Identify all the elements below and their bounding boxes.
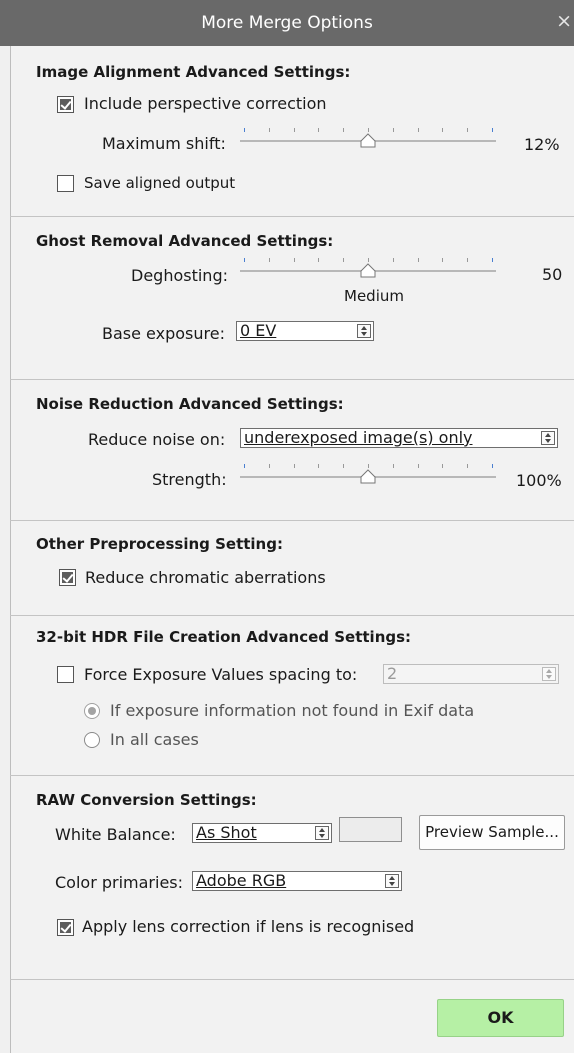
slider-tick <box>492 464 493 468</box>
slider-tick <box>492 258 493 262</box>
base-exposure-value: 0 EV <box>240 321 277 340</box>
slider-tick <box>244 128 245 132</box>
radio-exif-label: If exposure information not found in Exi… <box>110 701 475 720</box>
slider-tick <box>442 258 443 262</box>
strength-slider[interactable] <box>240 464 496 490</box>
deghosting-value: 50 <box>542 265 563 284</box>
title-bar: More Merge Options × <box>0 0 574 46</box>
slider-tick <box>294 258 295 262</box>
radio-all-label: In all cases <box>110 730 199 749</box>
slider-tick <box>393 464 394 468</box>
section-divider <box>10 520 574 521</box>
deghosting-label: Deghosting: <box>131 266 228 285</box>
slider-tick <box>418 128 419 132</box>
footer-divider <box>10 979 574 980</box>
radio-exif[interactable] <box>84 703 100 719</box>
slider-tick <box>318 464 319 468</box>
lens-correction-checkbox[interactable] <box>57 919 74 936</box>
slider-tick <box>294 128 295 132</box>
deghosting-caption: Medium <box>344 287 404 305</box>
base-exposure-select[interactable]: 0 EV <box>236 321 374 341</box>
slider-tick <box>244 258 245 262</box>
slider-tick <box>418 464 419 468</box>
slider-tick <box>467 128 468 132</box>
force-ev-checkbox[interactable] <box>57 666 74 683</box>
deghosting-slider[interactable] <box>240 258 496 284</box>
slider-tick <box>492 128 493 132</box>
slider-tick <box>442 128 443 132</box>
slider-tick <box>318 258 319 262</box>
updown-arrows-icon <box>541 431 555 445</box>
slider-tick <box>418 258 419 262</box>
chromatic-label: Reduce chromatic aberrations <box>85 568 326 587</box>
updown-arrows-icon <box>315 826 329 840</box>
slider-tick <box>343 258 344 262</box>
color-primaries-select[interactable]: Adobe RGB <box>192 871 402 891</box>
max-shift-value: 12% <box>524 135 560 154</box>
force-ev-value: 2 <box>387 664 398 683</box>
updown-arrows-icon <box>357 324 371 338</box>
slider-tick <box>269 128 270 132</box>
base-exposure-label: Base exposure: <box>102 324 225 343</box>
hdr-heading: 32-bit HDR File Creation Advanced Settin… <box>36 628 412 646</box>
section-divider <box>10 216 574 217</box>
strength-label: Strength: <box>152 470 227 489</box>
white-balance-value: As Shot <box>196 823 257 842</box>
slider-tick <box>467 258 468 262</box>
noise-heading: Noise Reduction Advanced Settings: <box>36 395 344 413</box>
slider-thumb[interactable] <box>360 468 376 484</box>
ok-button[interactable]: OK <box>437 999 564 1037</box>
section-divider <box>10 379 574 380</box>
slider-tick <box>343 464 344 468</box>
slider-tick <box>393 128 394 132</box>
slider-thumb[interactable] <box>360 132 376 148</box>
chromatic-checkbox[interactable] <box>59 569 76 586</box>
save-aligned-checkbox[interactable] <box>57 175 74 192</box>
slider-tick <box>343 128 344 132</box>
slider-tick <box>393 258 394 262</box>
white-balance-swatch[interactable] <box>339 817 402 842</box>
slider-thumb[interactable] <box>360 262 376 278</box>
color-primaries-value: Adobe RGB <box>196 871 287 890</box>
reduce-noise-select[interactable]: underexposed image(s) only <box>240 428 558 448</box>
max-shift-label: Maximum shift: <box>102 134 226 153</box>
slider-tick <box>244 464 245 468</box>
slider-tick <box>442 464 443 468</box>
updown-arrows-icon <box>385 874 399 888</box>
section-divider <box>10 615 574 616</box>
force-ev-label: Force Exposure Values spacing to: <box>84 665 358 684</box>
white-balance-select[interactable]: As Shot <box>192 823 332 843</box>
max-shift-slider[interactable] <box>240 128 496 154</box>
preprocessing-heading: Other Preprocessing Setting: <box>36 535 283 553</box>
slider-tick <box>467 464 468 468</box>
slider-tick <box>294 464 295 468</box>
slider-tick <box>318 128 319 132</box>
preview-sample-button[interactable]: Preview Sample... <box>419 815 565 850</box>
section-divider <box>10 775 574 776</box>
perspective-label: Include perspective correction <box>84 94 327 113</box>
raw-heading: RAW Conversion Settings: <box>36 791 257 809</box>
updown-arrows-icon <box>542 667 556 681</box>
reduce-noise-label: Reduce noise on: <box>88 430 226 449</box>
save-aligned-label: Save aligned output <box>84 174 236 192</box>
color-primaries-label: Color primaries: <box>55 873 184 892</box>
window-title: More Merge Options <box>201 13 373 33</box>
ghost-heading: Ghost Removal Advanced Settings: <box>36 232 334 250</box>
perspective-checkbox[interactable] <box>57 96 74 113</box>
strength-value: 100% <box>516 471 562 490</box>
white-balance-label: White Balance: <box>55 825 176 844</box>
slider-tick <box>269 464 270 468</box>
slider-tick <box>269 258 270 262</box>
alignment-heading: Image Alignment Advanced Settings: <box>36 63 351 81</box>
force-ev-select[interactable]: 2 <box>383 664 559 684</box>
radio-all-cases[interactable] <box>84 732 100 748</box>
close-icon[interactable]: × <box>556 10 572 32</box>
lens-correction-label: Apply lens correction if lens is recogni… <box>82 917 415 936</box>
reduce-noise-value: underexposed image(s) only <box>244 428 473 447</box>
